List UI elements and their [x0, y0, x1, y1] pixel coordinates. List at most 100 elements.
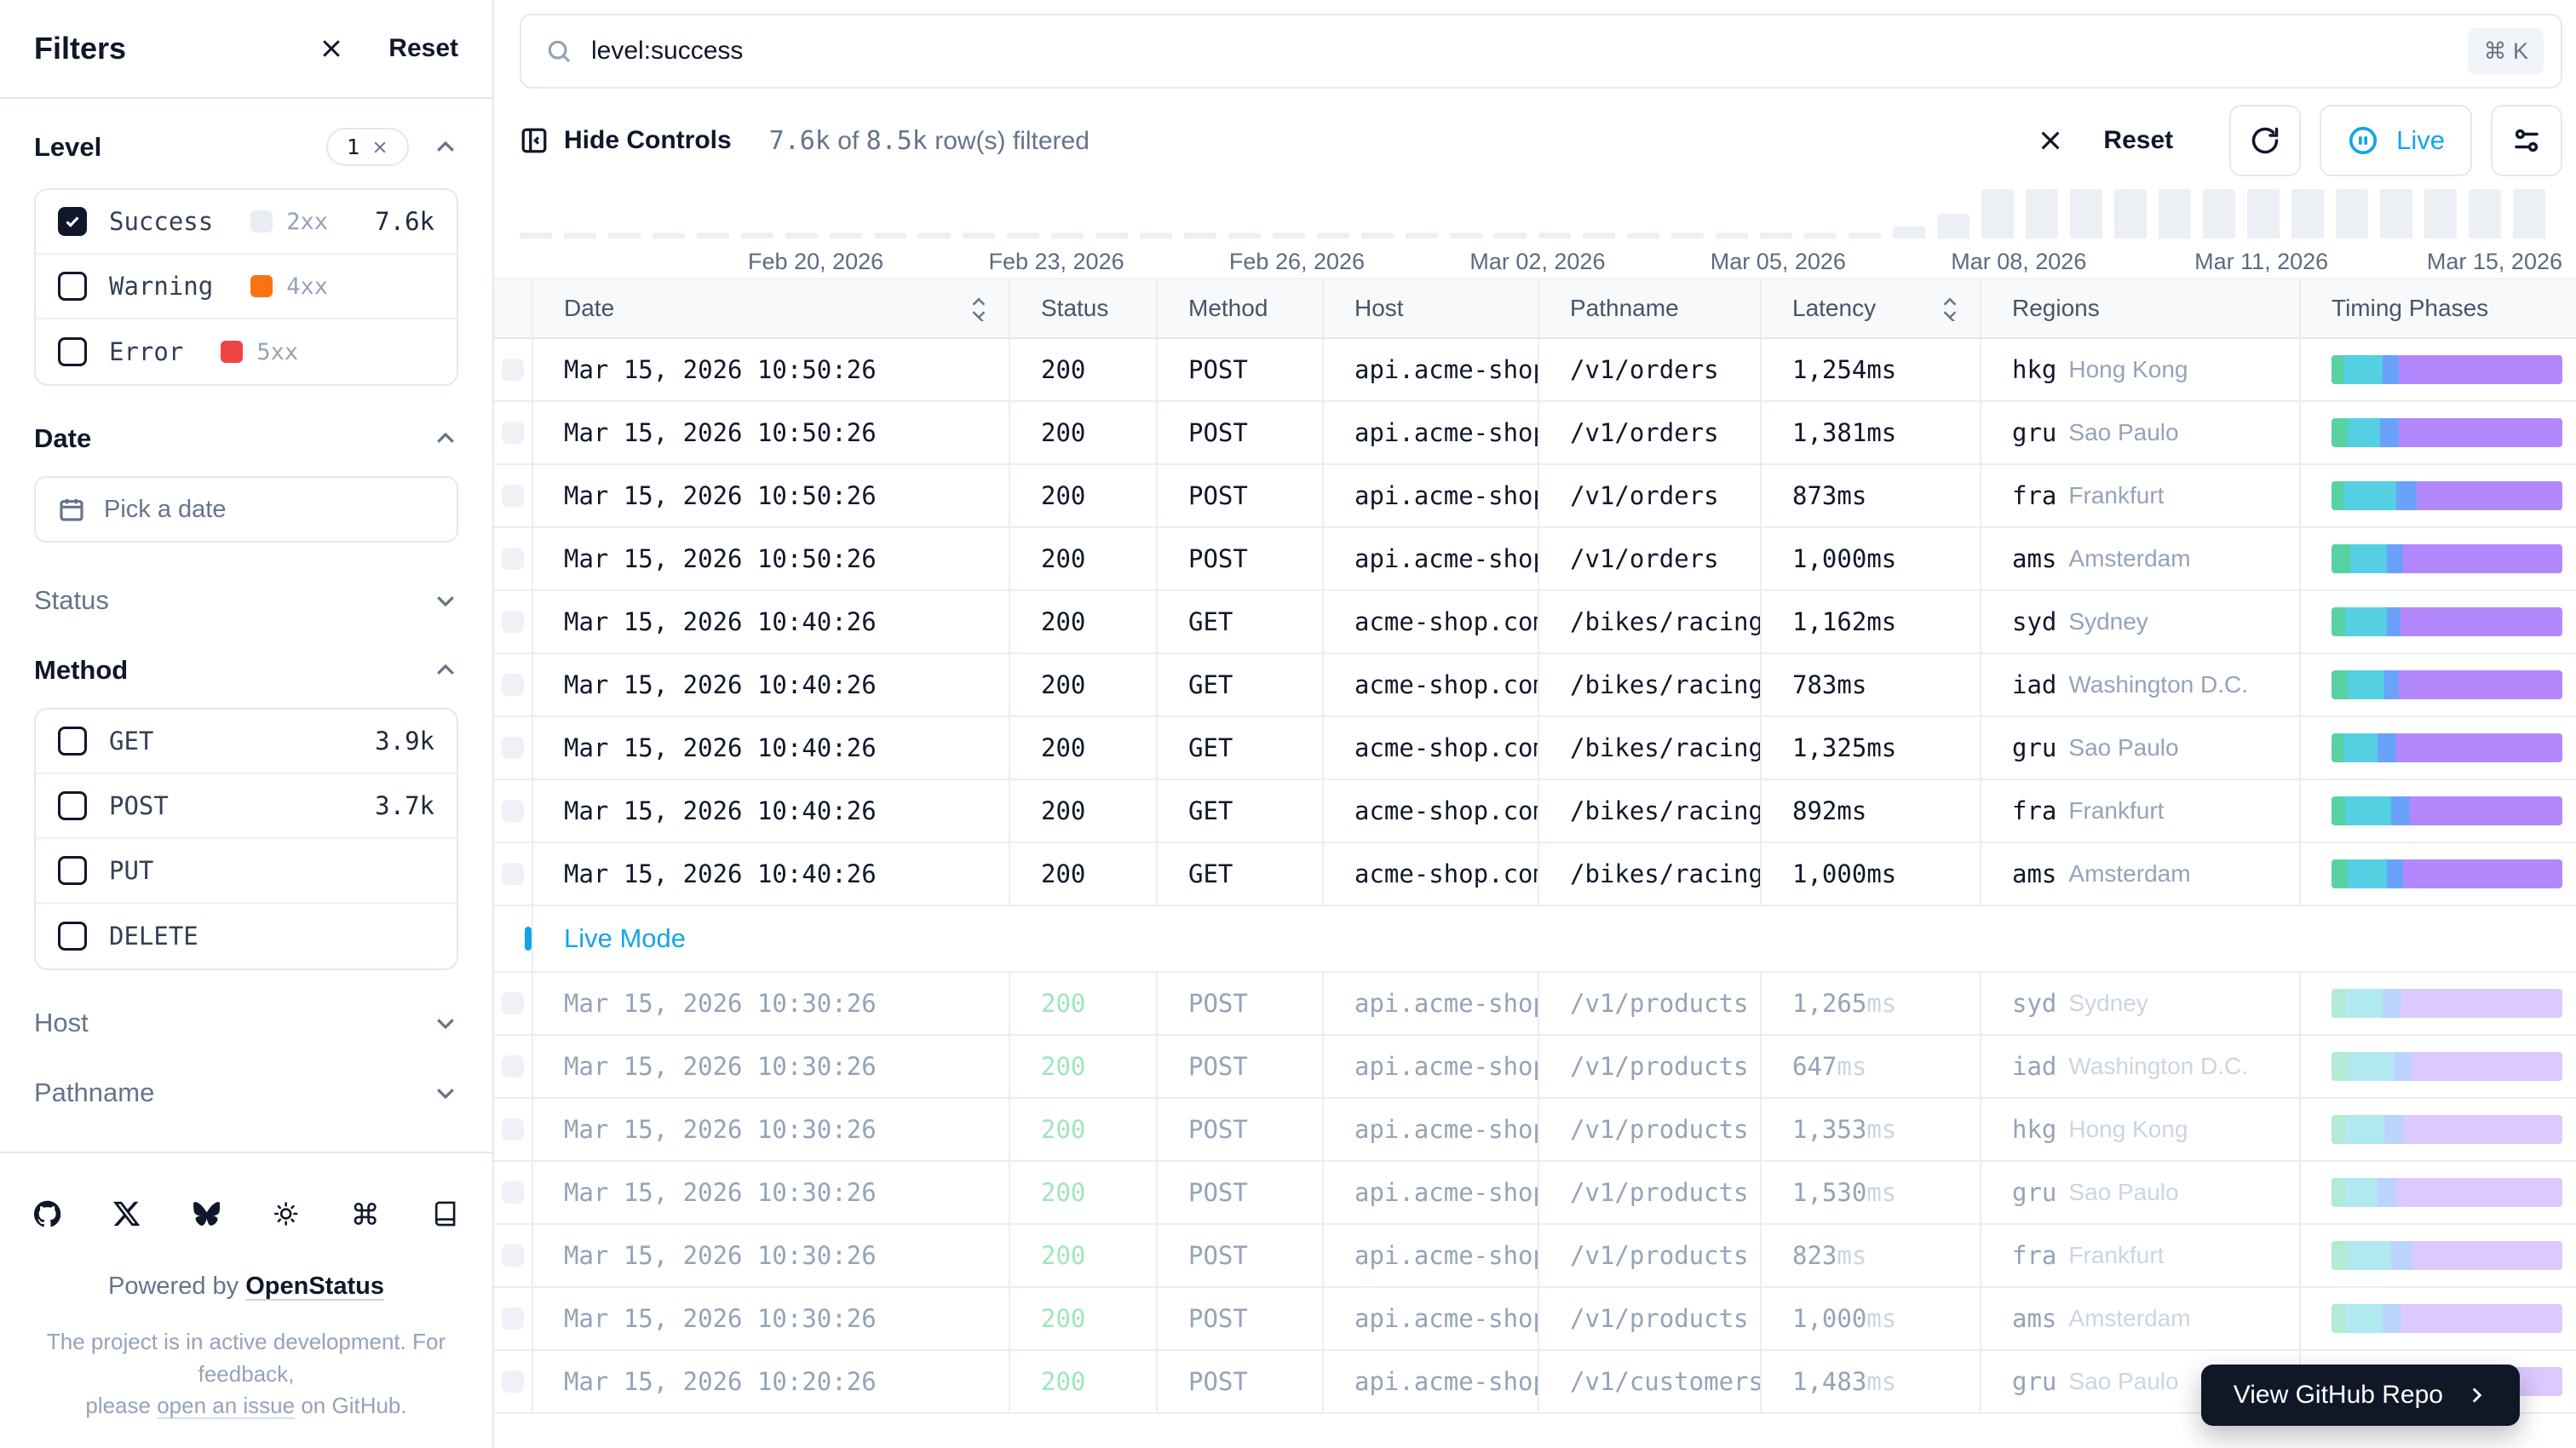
checkbox[interactable] [58, 727, 87, 756]
date-section-header[interactable]: Date [34, 423, 458, 454]
histogram-bar[interactable] [1007, 233, 1039, 238]
histogram-bar[interactable] [2203, 189, 2235, 238]
histogram-bar[interactable] [741, 233, 773, 238]
histogram-bar[interactable] [1406, 233, 1438, 238]
row-level-cell[interactable] [494, 973, 533, 1034]
histogram-bar[interactable] [1716, 233, 1748, 238]
row-level-cell[interactable] [494, 654, 533, 715]
clear-level-icon[interactable] [371, 139, 388, 156]
status-section-header[interactable]: Status [34, 585, 458, 616]
histogram-bar[interactable] [1228, 233, 1261, 238]
level-option-row[interactable]: Error5xx [36, 319, 457, 384]
table-row[interactable]: Mar 15, 2026 10:30:26200POSTapi.acme-sho… [494, 1225, 2576, 1288]
row-level-cell[interactable] [494, 591, 533, 652]
openstatus-link[interactable]: OpenStatus [245, 1273, 384, 1300]
histogram-bar[interactable] [2513, 189, 2545, 238]
chevron-up-icon[interactable] [433, 658, 458, 683]
table-row[interactable]: Mar 15, 2026 10:50:26200POSTapi.acme-sho… [494, 465, 2576, 528]
checkbox[interactable] [58, 791, 87, 820]
histogram-bar[interactable] [2114, 189, 2147, 238]
book-icon[interactable] [432, 1196, 458, 1232]
x-twitter-icon[interactable] [113, 1196, 140, 1232]
row-level-cell[interactable] [494, 528, 533, 589]
search-input[interactable] [591, 37, 2468, 66]
histogram-bar[interactable] [1095, 233, 1128, 238]
date-picker-input[interactable]: Pick a date [34, 476, 458, 543]
histogram-bar[interactable] [2469, 189, 2501, 238]
sidebar-section-pathname[interactable]: Pathname [34, 1077, 458, 1108]
bluesky-icon[interactable] [193, 1196, 220, 1232]
method-option-row[interactable]: PUT [36, 839, 457, 904]
table-row[interactable]: Mar 15, 2026 10:40:26200GETacme-shop.com… [494, 717, 2576, 780]
histogram-bar[interactable] [520, 233, 552, 238]
histogram-bar[interactable] [1583, 233, 1615, 238]
sidebar-section-host[interactable]: Host [34, 1008, 458, 1038]
method-option-row[interactable]: DELETE [36, 904, 457, 968]
row-level-cell[interactable] [494, 402, 533, 463]
table-row[interactable]: Mar 15, 2026 10:30:26200POSTapi.acme-sho… [494, 1099, 2576, 1162]
column-header-latency[interactable]: Latency [1762, 279, 1981, 337]
histogram-bar[interactable] [1849, 233, 1881, 238]
histogram-bar[interactable] [785, 233, 818, 238]
chevron-down-icon[interactable] [433, 1010, 458, 1036]
view-github-repo-button[interactable]: View GitHub Repo [2201, 1365, 2520, 1426]
checkbox[interactable] [58, 856, 87, 885]
histogram-bar[interactable] [653, 233, 685, 238]
clear-filters-icon[interactable] [2037, 127, 2064, 154]
level-option-row[interactable]: Warning4xx [36, 255, 457, 319]
table-row[interactable]: Mar 15, 2026 10:30:26200POSTapi.acme-sho… [494, 1036, 2576, 1099]
histogram-bar[interactable] [1671, 233, 1704, 238]
histogram-bar[interactable] [1627, 233, 1659, 238]
histogram-bar[interactable] [963, 233, 995, 238]
table-row[interactable]: Mar 15, 2026 10:30:26200POSTapi.acme-sho… [494, 973, 2576, 1036]
github-icon[interactable] [34, 1196, 60, 1232]
histogram-bar[interactable] [1981, 189, 2014, 238]
table-row[interactable]: Mar 15, 2026 10:50:26200POSTapi.acme-sho… [494, 339, 2576, 402]
view-settings-button[interactable] [2491, 105, 2562, 176]
level-section-header[interactable]: Level 1 [34, 128, 458, 166]
histogram-bar[interactable] [1804, 233, 1837, 238]
histogram-bar[interactable] [697, 233, 729, 238]
reset-button[interactable]: Reset [2103, 126, 2173, 155]
hide-controls-button[interactable]: Hide Controls [520, 126, 732, 155]
row-level-cell[interactable] [494, 1036, 533, 1097]
row-level-cell[interactable] [494, 843, 533, 905]
refresh-button[interactable] [2229, 105, 2301, 176]
histogram-bars[interactable] [520, 189, 2576, 238]
histogram-bar[interactable] [1450, 233, 1482, 238]
row-level-cell[interactable] [494, 1351, 533, 1412]
live-button[interactable]: Live [2320, 105, 2472, 176]
sort-chevrons-icon[interactable] [968, 296, 990, 321]
table-row[interactable]: Mar 15, 2026 10:30:26200POSTapi.acme-sho… [494, 1288, 2576, 1351]
date-histogram[interactable]: Feb 20, 2026Feb 23, 2026Feb 26, 2026Mar … [520, 189, 2576, 278]
histogram-bar[interactable] [1760, 233, 1792, 238]
row-level-cell[interactable] [494, 1225, 533, 1286]
table-row[interactable]: Mar 15, 2026 10:50:26200POSTapi.acme-sho… [494, 528, 2576, 591]
histogram-bar[interactable] [2291, 189, 2324, 238]
method-section-header[interactable]: Method [34, 655, 458, 686]
command-icon[interactable] [352, 1196, 378, 1232]
method-option-row[interactable]: GET3.9k [36, 710, 457, 774]
checkbox[interactable] [58, 272, 87, 301]
row-level-cell[interactable] [494, 1162, 533, 1223]
histogram-bar[interactable] [918, 233, 951, 238]
chevron-down-icon[interactable] [433, 588, 458, 613]
column-header-status[interactable]: Status [1010, 279, 1158, 337]
histogram-bar[interactable] [1140, 233, 1172, 238]
checkbox[interactable] [58, 207, 87, 236]
histogram-bar[interactable] [564, 233, 596, 238]
column-header-host[interactable]: Host [1324, 279, 1539, 337]
histogram-bar[interactable] [830, 233, 862, 238]
table-row[interactable]: Mar 15, 2026 10:40:26200GETacme-shop.com… [494, 843, 2576, 906]
row-level-cell[interactable] [494, 1099, 533, 1160]
live-mode-row[interactable]: Live Mode [494, 906, 2576, 973]
row-level-cell[interactable] [494, 339, 533, 400]
filters-reset-button[interactable]: Reset [388, 34, 458, 63]
table-row[interactable]: Mar 15, 2026 10:30:26200POSTapi.acme-sho… [494, 1162, 2576, 1225]
histogram-bar[interactable] [2424, 189, 2457, 238]
row-level-cell[interactable] [494, 465, 533, 526]
histogram-bar[interactable] [1937, 214, 1969, 238]
table-row[interactable]: Mar 15, 2026 10:40:26200GETacme-shop.com… [494, 591, 2576, 654]
checkbox[interactable] [58, 922, 87, 951]
close-filters-icon[interactable] [319, 36, 344, 61]
